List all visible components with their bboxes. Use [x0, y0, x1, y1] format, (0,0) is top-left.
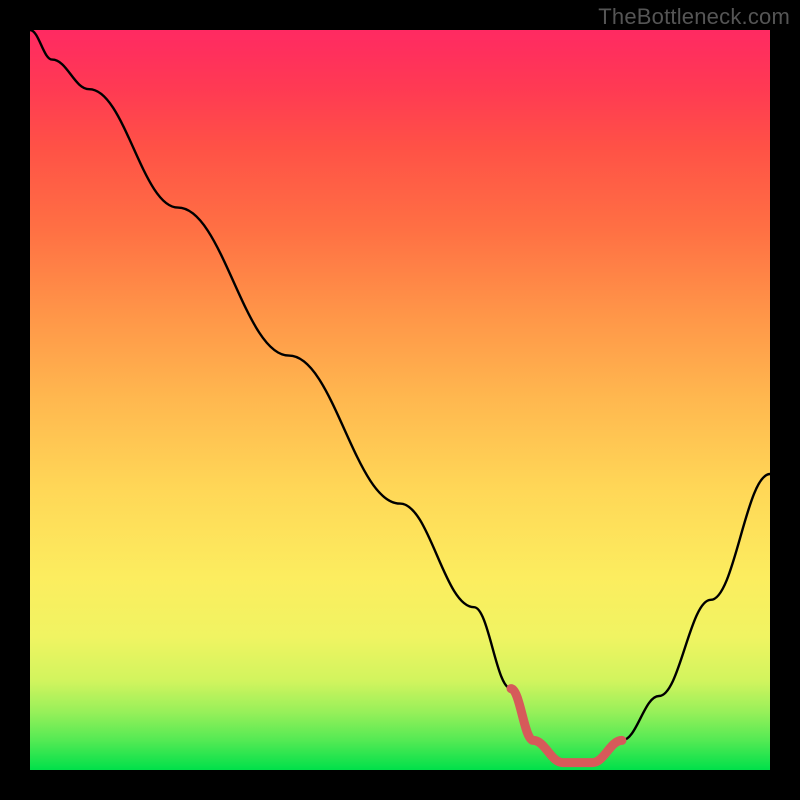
chart-frame: TheBottleneck.com [0, 0, 800, 800]
highlight-curve [511, 689, 622, 763]
watermark-text: TheBottleneck.com [598, 4, 790, 30]
plot-area [30, 30, 770, 770]
bottleneck-curve [30, 30, 770, 763]
curve-svg [30, 30, 770, 770]
